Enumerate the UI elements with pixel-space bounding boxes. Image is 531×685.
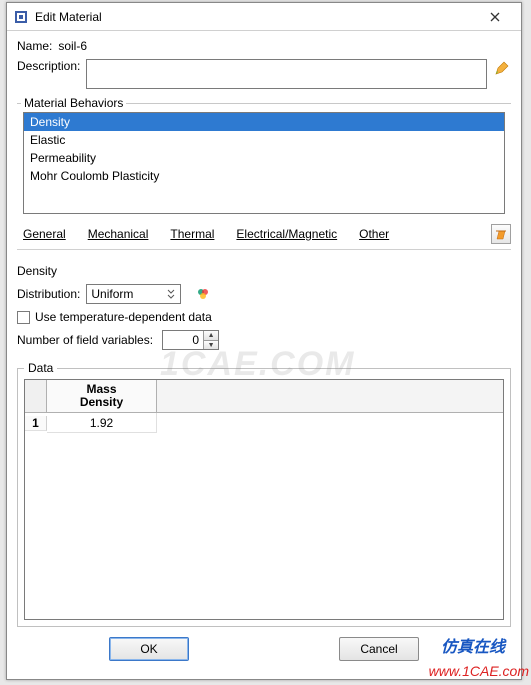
behavior-item-elastic[interactable]: Elastic — [24, 131, 504, 149]
nfv-row: Number of field variables: 0 ▲ ▼ — [17, 330, 511, 350]
table-corner — [25, 380, 47, 412]
name-label: Name: — [17, 39, 52, 53]
behavior-item-mohr[interactable]: Mohr Coulomb Plasticity — [24, 167, 504, 185]
distribution-label: Distribution: — [17, 287, 80, 301]
delete-behavior-button[interactable] — [491, 224, 511, 244]
material-behaviors-group: Material Behaviors Density Elastic Perme… — [17, 103, 511, 216]
description-row: Description: — [17, 59, 511, 89]
app-icon — [13, 9, 29, 25]
menu-thermal[interactable]: Thermal — [164, 224, 220, 244]
table-body: 1 1.92 — [25, 413, 503, 619]
menu-other[interactable]: Other — [353, 224, 395, 244]
dialog-buttons: OK Cancel — [17, 627, 511, 671]
cell-mass-density[interactable]: 1.92 — [47, 413, 157, 433]
name-value: soil-6 — [58, 39, 87, 53]
data-group-title: Data — [24, 361, 57, 375]
field-mapping-icon[interactable] — [195, 286, 211, 302]
table-header: Mass Density — [25, 380, 503, 413]
distribution-select[interactable]: Uniform — [86, 284, 181, 304]
data-group: Data Mass Density 1 1.92 — [17, 368, 511, 627]
behavior-menu-bar: General Mechanical Thermal Electrical/Ma… — [17, 224, 511, 245]
distribution-value: Uniform — [91, 287, 133, 301]
density-section-title: Density — [17, 264, 511, 278]
name-row: Name: soil-6 — [17, 39, 511, 53]
behavior-list[interactable]: Density Elastic Permeability Mohr Coulom… — [23, 112, 505, 214]
material-behaviors-title: Material Behaviors — [21, 96, 126, 110]
menu-mechanical[interactable]: Mechanical — [82, 224, 155, 244]
window-title: Edit Material — [35, 10, 475, 24]
nfv-up-button[interactable]: ▲ — [203, 331, 218, 340]
ok-button[interactable]: OK — [109, 637, 189, 661]
temp-dependent-label: Use temperature-dependent data — [35, 310, 212, 324]
temp-dependent-row: Use temperature-dependent data — [17, 310, 511, 324]
nfv-value[interactable]: 0 — [163, 331, 203, 349]
nfv-down-button[interactable]: ▼ — [203, 340, 218, 349]
menu-electrical[interactable]: Electrical/Magnetic — [230, 224, 343, 244]
distribution-row: Distribution: Uniform — [17, 284, 511, 304]
menu-general[interactable]: General — [17, 224, 72, 244]
description-label: Description: — [17, 59, 80, 73]
edit-material-dialog: Edit Material Name: soil-6 Description: … — [6, 2, 522, 680]
data-table[interactable]: Mass Density 1 1.92 — [24, 379, 504, 620]
table-row[interactable]: 1 1.92 — [25, 413, 503, 433]
cancel-button[interactable]: Cancel — [339, 637, 419, 661]
nfv-spinner[interactable]: 0 ▲ ▼ — [162, 330, 219, 350]
close-button[interactable] — [475, 5, 515, 29]
chevron-down-icon — [165, 288, 177, 300]
description-input[interactable] — [86, 59, 487, 89]
temp-dependent-checkbox[interactable] — [17, 311, 30, 324]
nfv-label: Number of field variables: — [17, 333, 153, 347]
behavior-item-density[interactable]: Density — [24, 113, 504, 131]
behavior-item-permeability[interactable]: Permeability — [24, 149, 504, 167]
dialog-body: Name: soil-6 Description: Material Behav… — [7, 31, 521, 679]
titlebar: Edit Material — [7, 3, 521, 31]
col-mass-density[interactable]: Mass Density — [47, 380, 157, 412]
row-index: 1 — [25, 416, 47, 431]
edit-description-icon[interactable] — [493, 59, 511, 77]
